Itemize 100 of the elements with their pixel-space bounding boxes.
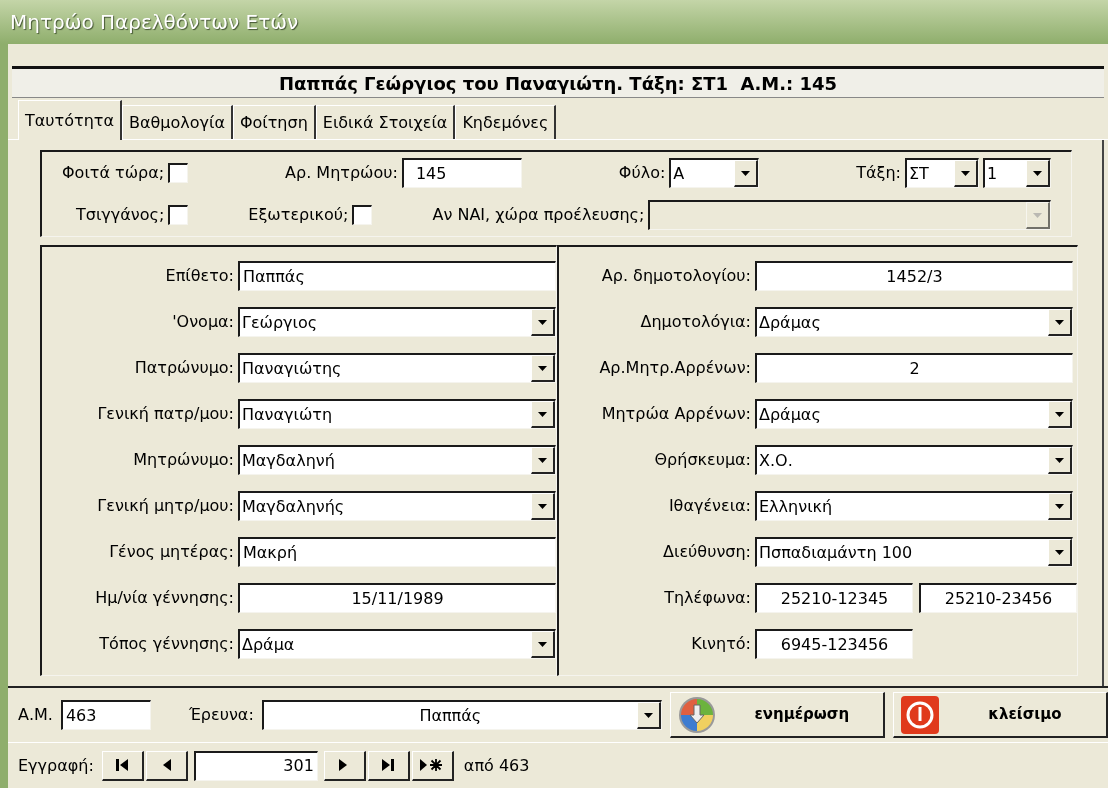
input-field[interactable]: 15/11/1989 [238,583,556,613]
caret-down-icon [538,641,547,647]
globe-download-icon [676,694,717,735]
input-field[interactable]: 2 [755,353,1073,383]
dropdown-arrow-button[interactable] [531,493,555,520]
checkbox[interactable] [168,205,189,225]
field-label: Διεύθυνση: [663,541,751,563]
dropdown-field[interactable]: Α [669,158,760,188]
field-label: Κινητό: [691,633,751,655]
caret-down-icon [1055,411,1064,417]
dropdown-field[interactable]: Παππάς [261,700,662,730]
input-field[interactable]: 6945-123456 [755,629,913,659]
dropdown-field[interactable]: Μαγδαληνή [238,445,556,475]
field-label: Ημ/νία γέννησης: [95,587,234,609]
caret-down-icon [1033,212,1042,218]
field-label: Τηλέφωνα: [664,587,751,609]
dropdown-arrow-button[interactable] [1048,447,1072,474]
dropdown-field[interactable]: Χ.Ο. [755,445,1073,475]
input-field[interactable]: 301 [193,750,318,781]
field-label: Επίθετο: [165,265,234,287]
dropdown-arrow-button[interactable] [531,355,555,382]
field-label: 'Ονομα: [172,311,234,333]
tab[interactable]: Ειδικά Στοιχεία [315,105,456,139]
field-label: Τάξη: [856,162,901,184]
tab[interactable]: Φοίτηση [232,105,316,139]
dropdown-arrow-button[interactable] [1048,401,1072,428]
field-label: Αν ΝΑΙ, χώρα προέλευσης; [432,204,645,226]
field-label: Θρήσκευμα: [654,449,751,471]
new-record-icon [420,758,445,772]
caret-down-icon [538,457,547,463]
power-icon [899,694,940,735]
dropdown-arrow-button[interactable] [636,702,661,729]
new-record-button[interactable] [411,750,454,781]
field-label: Τόπος γέννησης: [99,633,234,655]
dropdown-field[interactable]: Δράμα [238,629,556,659]
first-record-button[interactable] [101,750,144,781]
input-field[interactable]: Μακρή [238,537,556,567]
caret-down-icon [643,712,653,718]
dropdown-field[interactable]: 1 [983,158,1051,188]
field-label: Αρ.Μητρ.Αρρένων: [599,357,751,379]
caret-down-icon [538,411,547,417]
previous-record-button[interactable] [145,750,188,781]
dropdown-arrow-button[interactable] [1026,160,1050,187]
skip-forward-icon [381,758,396,772]
dropdown-arrow-button[interactable] [1048,493,1072,520]
input-field[interactable]: 25210-23456 [919,583,1077,613]
field-label: Έρευνα: [188,704,254,726]
dropdown-arrow-button[interactable] [954,160,978,187]
dropdown-arrow-button[interactable] [734,160,759,187]
caret-down-icon [741,170,751,176]
field-label: Φύλο: [618,162,666,184]
dropdown-field[interactable]: Δράμας [755,399,1073,429]
field-label: Εγγραφή: [18,754,94,777]
window-title: Μητρώο Παρελθόντων Ετών [10,9,299,36]
record-header: Παππάς Γεώργιος του Παναγιώτη. Τάξη: ΣΤ1 Α.Μ.: 145 [12,66,1104,98]
tab[interactable]: Ταυτότητα [18,100,122,140]
dropdown-arrow-button[interactable] [531,401,555,428]
tab[interactable]: Κηδεμόνες [455,105,557,139]
input-field[interactable]: 145 [401,158,522,188]
dropdown-field[interactable]: Ελληνική [755,491,1073,521]
input-field[interactable]: 463 [60,700,151,730]
update-button[interactable]: ενημέρωση [669,692,885,738]
field-label: Φοιτά τώρα; [62,162,165,184]
field-label: Γενική πατρ/μου: [97,403,234,425]
field-label: Α.Μ. [18,704,53,726]
field-label: Πατρώνυμο: [134,357,234,379]
dropdown-field[interactable]: Παναγιώτης [238,353,556,383]
last-record-button[interactable] [367,750,410,781]
caret-down-icon [1055,503,1064,509]
field-label: Δημοτολόγια: [640,311,751,333]
close-button[interactable]: κλείσιμο [892,692,1108,738]
dropdown-arrow-button[interactable] [531,309,555,336]
dropdown-field[interactable]: Γεώργιος [238,307,556,337]
input-field[interactable]: Παππάς [238,261,556,291]
next-record-button[interactable] [323,750,366,781]
dropdown-field[interactable]: Δράμας [755,307,1073,337]
tab[interactable]: Βαθμολογία [121,105,233,139]
caret-down-icon [538,365,547,371]
dropdown-field[interactable]: Μαγδαληνής [238,491,556,521]
field-label: Μητρώα Αρρένων: [601,403,751,425]
field-label: Αρ. δημοτολογίου: [601,265,751,287]
dropdown-field[interactable]: Πσπαδιαμάντη 100 [755,537,1073,567]
field-label: Μητρώνυμο: [133,449,234,471]
dropdown-arrow-button[interactable] [531,447,555,474]
field-label: Γενική μητρ/μου: [97,495,234,517]
input-field[interactable]: 25210-12345 [755,583,913,613]
dropdown-field[interactable]: Παναγιώτη [238,399,556,429]
dropdown-arrow-button[interactable] [1048,309,1072,336]
checkbox[interactable] [352,205,373,225]
caret-down-icon [1055,549,1064,555]
dropdown-arrow-button[interactable] [531,631,555,658]
dropdown-field[interactable]: ΣΤ [905,158,979,188]
skip-back-icon [115,758,130,772]
caret-down-icon [1033,170,1042,176]
dropdown-arrow-button[interactable] [1048,539,1072,566]
caret-down-icon [961,170,970,176]
input-field[interactable]: 1452/3 [755,261,1073,291]
field-label: Γένος μητέρας: [109,541,234,563]
field-label: Εξωτερικού; [248,204,349,226]
checkbox[interactable] [168,163,189,183]
